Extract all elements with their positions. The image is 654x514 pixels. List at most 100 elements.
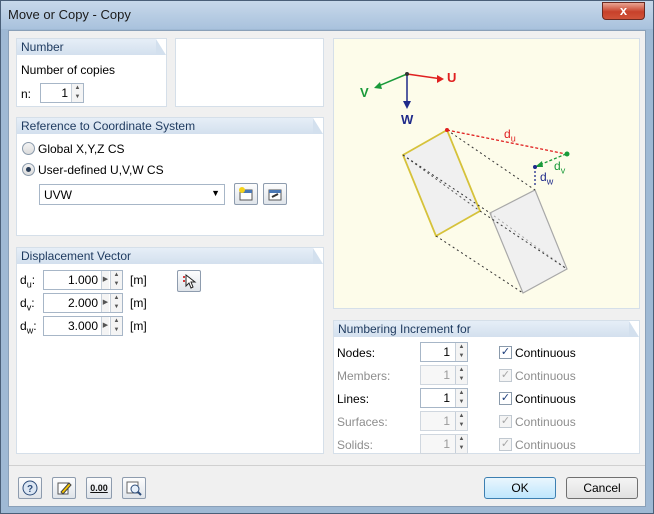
members-label: Members: [337, 369, 391, 383]
title-bar: Move or Copy - Copy x [1, 1, 653, 29]
members-increment-value: 1 [443, 368, 450, 382]
new-cs-icon [239, 187, 253, 201]
pick-pointer-icon [183, 273, 197, 289]
dw-value: 3.000 [67, 319, 98, 333]
chevron-down-icon[interactable]: ▼ [211, 188, 220, 198]
pick-vector-button[interactable] [177, 270, 201, 292]
solids-increment-value: 1 [443, 437, 450, 451]
nodes-label: Nodes: [337, 346, 376, 360]
numbering-group-header: Numbering Increment for [334, 321, 639, 337]
members-continuous-checkbox: ✓ [499, 369, 512, 382]
dv-diagram-label: dv [554, 159, 566, 176]
diagram-canvas [374, 72, 570, 294]
user-cs-label[interactable]: User-defined U,V,W CS [38, 163, 164, 177]
original-shape [401, 128, 482, 238]
surfaces-continuous-label: Continuous [515, 415, 576, 429]
u-axis-arrow-icon [437, 75, 444, 83]
radio-global-cs[interactable] [22, 142, 35, 155]
number-group: Number Number of copies n: 1 ▲ ▼ [16, 38, 167, 107]
dialog-window: Move or Copy - Copy x Number Number of c… [0, 0, 654, 514]
w-axis-arrow-icon [403, 101, 411, 109]
members-increment: 1 ▲ ▼ [420, 365, 468, 385]
lines-increment[interactable]: 1 ▲ ▼ [420, 388, 468, 408]
nodes-spin-icon[interactable]: ▲ ▼ [455, 343, 467, 361]
dv-spin-icon[interactable]: ▲ ▼ [110, 294, 122, 312]
dialog-client-area: Number Number of copies n: 1 ▲ ▼ Referenc… [8, 30, 646, 507]
dw-spin-icon[interactable]: ▲ ▼ [110, 317, 122, 335]
units-icon: 0.00 [90, 483, 108, 493]
lines-continuous-label[interactable]: Continuous [515, 392, 576, 406]
lines-label: Lines: [337, 392, 370, 406]
u-axis-line [406, 73, 443, 80]
dv-input[interactable]: 2.000 ▶ ▲ ▼ [43, 293, 123, 313]
surfaces-continuous-checkbox: ✓ [499, 415, 512, 428]
reference-group-header: Reference to Coordinate System [17, 118, 323, 134]
cs-select[interactable]: UVW ▼ [39, 184, 225, 205]
v-axis-arrow-icon [374, 82, 382, 89]
svg-text:?: ? [27, 484, 33, 495]
du-unit: [m] [130, 273, 147, 287]
new-cs-button[interactable] [234, 183, 258, 205]
w-axis-label: W [401, 112, 414, 127]
dv-value: 2.000 [67, 296, 98, 310]
numbering-group: Numbering Increment for Nodes: 1 ▲ ▼ ✓ Co… [333, 320, 640, 454]
edit-cs-icon [268, 189, 282, 201]
members-continuous-label: Continuous [515, 369, 576, 383]
help-button[interactable]: ? [18, 477, 42, 499]
dw-arrow-icon[interactable]: ▶ [101, 317, 109, 335]
zoom-button[interactable] [122, 477, 146, 499]
surfaces-increment-value: 1 [443, 414, 450, 428]
du-input[interactable]: 1.000 ▶ ▲ ▼ [43, 270, 123, 290]
reference-group: Reference to Coordinate System Global X,… [16, 117, 324, 236]
help-icon: ? [22, 480, 38, 496]
nodes-increment-value: 1 [443, 345, 450, 359]
du-value: 1.000 [67, 273, 98, 287]
dw-diagram-label: dw [540, 170, 554, 187]
du-arrow-icon[interactable]: ▶ [101, 271, 109, 289]
dw-label: dw: [20, 319, 37, 336]
global-cs-label[interactable]: Global X,Y,Z CS [38, 142, 124, 156]
members-spin-icon: ▲ ▼ [455, 366, 467, 384]
lines-continuous-checkbox[interactable]: ✓ [499, 392, 512, 405]
du-label: du: [20, 273, 36, 290]
lines-increment-value: 1 [443, 391, 450, 405]
edit-icon [57, 482, 72, 495]
surfaces-label: Surfaces: [337, 415, 388, 429]
lines-spin-icon[interactable]: ▲ ▼ [455, 389, 467, 407]
nodes-increment[interactable]: 1 ▲ ▼ [420, 342, 468, 362]
dw-unit: [m] [130, 319, 147, 333]
edit-cs-button[interactable] [263, 183, 287, 205]
radio-user-cs[interactable] [22, 163, 35, 176]
displacement-group-header: Displacement Vector [17, 248, 323, 264]
copies-label: Number of copies [21, 63, 116, 77]
copy-shape [489, 189, 568, 294]
nodes-continuous-checkbox[interactable]: ✓ [499, 346, 512, 359]
du-diagram-label: du [504, 127, 516, 144]
units-button[interactable]: 0.00 [86, 477, 112, 499]
dv-arrow-icon[interactable]: ▶ [101, 294, 109, 312]
n-label: n: [21, 87, 32, 101]
nodes-continuous-label[interactable]: Continuous [515, 346, 576, 360]
u-axis-label: U [447, 70, 457, 85]
solids-increment: 1 ▲ ▼ [420, 434, 468, 454]
close-button[interactable]: x [602, 2, 645, 20]
solids-continuous-checkbox: ✓ [499, 438, 512, 451]
ok-button[interactable]: OK [484, 477, 556, 499]
number-group-header: Number [17, 39, 166, 55]
solids-label: Solids: [337, 438, 374, 452]
cs-select-value: UVW [44, 188, 72, 202]
edit-button[interactable] [52, 477, 76, 499]
solids-continuous-label: Continuous [515, 438, 576, 452]
dv-label: dv: [20, 296, 35, 313]
footer-divider [9, 465, 645, 466]
copies-spinner[interactable]: 1 ▲ ▼ [40, 83, 84, 103]
window-title: Move or Copy - Copy [8, 7, 131, 22]
v-axis-label: V [360, 85, 369, 100]
spinner-arrows-icon[interactable]: ▲ ▼ [71, 84, 83, 102]
dw-input[interactable]: 3.000 ▶ ▲ ▼ [43, 316, 123, 336]
cancel-button[interactable]: Cancel [566, 477, 638, 499]
surfaces-increment: 1 ▲ ▼ [420, 411, 468, 431]
empty-panel [175, 38, 324, 107]
copies-value: 1 [61, 86, 68, 100]
du-spin-icon[interactable]: ▲ ▼ [110, 271, 122, 289]
